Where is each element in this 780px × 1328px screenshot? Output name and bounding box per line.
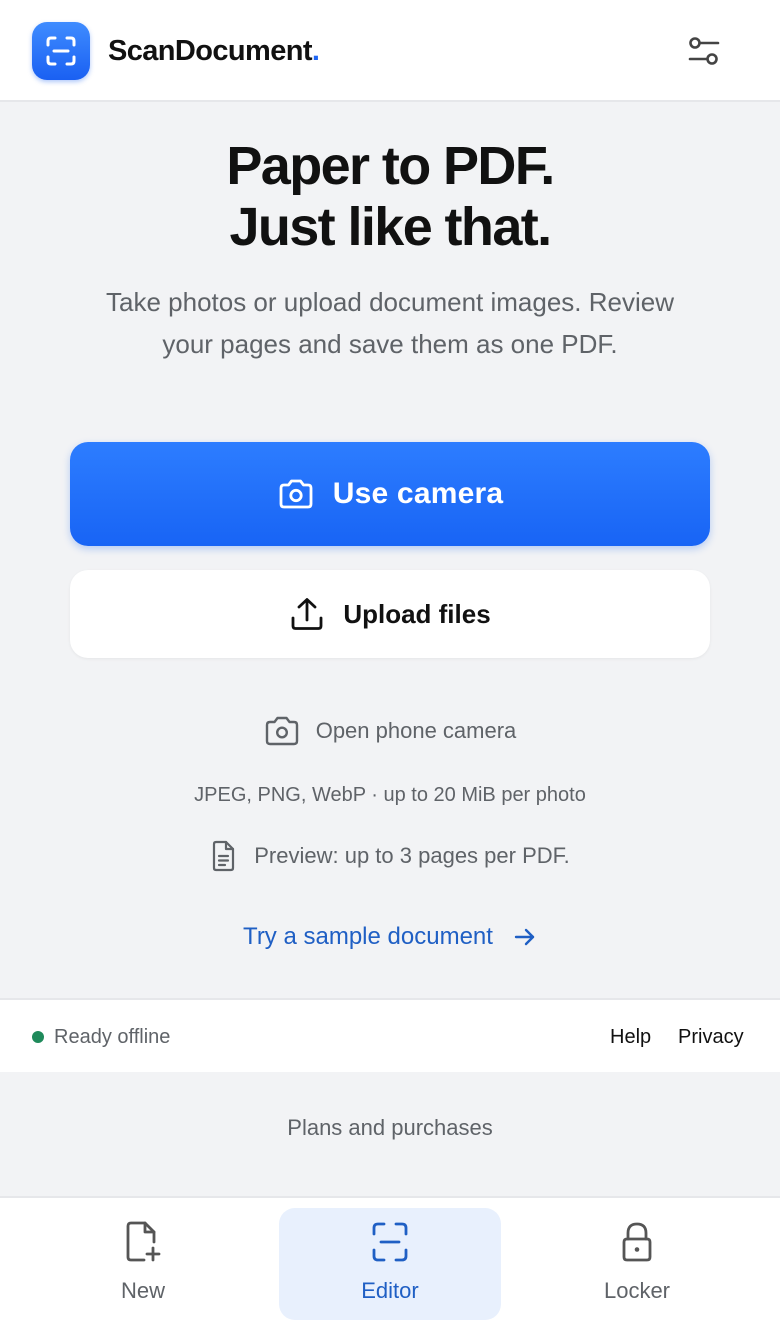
bottom-nav: New Editor Locker [0, 1196, 780, 1328]
supported-formats: JPEG, PNG, WebP · up to 20 MiB per photo [0, 780, 780, 810]
nav-label-new: New [120, 1278, 165, 1303]
sliders-icon [688, 37, 720, 65]
nav-item-editor[interactable]: Editor [279, 1208, 501, 1320]
try-sample-document-label: Try a sample document [243, 923, 493, 950]
nav-item-new[interactable]: New [32, 1208, 254, 1320]
plans-and-purchases-link[interactable]: Plans and purchases [0, 1112, 780, 1144]
help-link[interactable]: Help [610, 1024, 651, 1050]
try-sample-document-link[interactable]: Try a sample document [0, 918, 780, 956]
scan-frame-icon [372, 1222, 408, 1262]
nav-label-locker: Locker [603, 1278, 671, 1303]
hero-title: Paper to PDF. Just like that. [0, 136, 780, 258]
status-dot [32, 1031, 44, 1043]
use-camera-button[interactable]: Use camera [70, 442, 710, 546]
supported-formats-text: JPEG, PNG, WebP · up to 20 MiB per photo [194, 783, 586, 806]
hero-title-line1: Paper to PDF. [226, 136, 555, 196]
nav-item-locker[interactable]: Locker [526, 1208, 748, 1320]
arrow-right-icon [514, 928, 535, 946]
app-header: ScanDocument. [0, 0, 780, 102]
camera-icon [279, 479, 313, 509]
document-icon [213, 840, 235, 872]
app-name: ScanDocument [108, 35, 313, 67]
camera-icon [265, 716, 298, 746]
open-phone-camera-label: Open phone camera [315, 718, 517, 743]
privacy-link[interactable]: Privacy [678, 1024, 744, 1050]
app-name-dot: . [311, 35, 320, 67]
nav-label-editor: Editor [361, 1278, 419, 1303]
upload-files-button[interactable]: Upload files [70, 570, 710, 658]
app-logo [32, 22, 90, 80]
preview-limit: Preview: up to 3 pages per PDF. [0, 838, 780, 874]
new-file-icon [126, 1221, 161, 1262]
open-phone-camera-link[interactable]: Open phone camera [0, 712, 780, 750]
status-text: Ready offline [54, 1026, 171, 1048]
scan-frame-icon [46, 36, 76, 66]
app-title: ScanDocument. [108, 32, 320, 70]
hero-title-line2: Just like that. [229, 197, 552, 257]
upload-icon [291, 598, 323, 630]
preview-limit-text: Preview: up to 3 pages per PDF. [254, 843, 570, 868]
use-camera-label: Use camera [332, 477, 504, 510]
hero-subtitle: Take photos or upload document images. R… [106, 287, 674, 359]
status-bar: Ready offline Help Privacy [0, 998, 780, 1072]
lock-icon [622, 1222, 652, 1262]
settings-button[interactable] [682, 28, 726, 74]
upload-files-label: Upload files [343, 598, 491, 629]
